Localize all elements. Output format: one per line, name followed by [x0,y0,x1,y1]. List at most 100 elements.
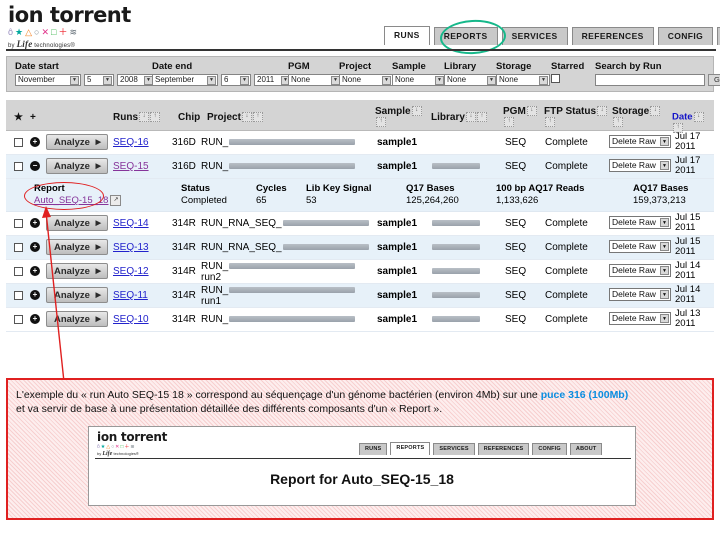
inset-tab-services[interactable]: Services [433,443,474,455]
starred-checkbox[interactable] [551,74,560,83]
analyze-button[interactable]: Analyze▶ [46,158,108,174]
storage-action-select[interactable]: Delete Raw▼ [609,240,671,253]
external-link-icon[interactable]: ↗ [110,195,121,206]
inset-tab-runs[interactable]: Runs [359,443,387,455]
sort-asc-icon[interactable]: ↑ [545,117,555,127]
analyze-button[interactable]: Analyze▶ [46,311,108,327]
library-select[interactable]: None▼ [444,74,498,86]
storage-action-select[interactable]: Delete Raw▼ [609,159,671,172]
inset-tab-reports[interactable]: Reports [390,442,430,455]
run-link[interactable]: SEQ-11 [113,290,148,301]
expand-row-icon[interactable]: + [30,137,40,147]
col-header-sample[interactable]: Sample↓↑ [375,106,427,128]
run-link[interactable]: SEQ-10 [113,314,149,325]
date-end-year-select[interactable]: 2011▼ [254,74,292,86]
storage-action-select[interactable]: Delete Raw▼ [609,312,671,325]
sort-desc-icon[interactable]: ↓ [650,106,660,116]
row-checkbox[interactable] [14,138,23,147]
go-button[interactable]: Go [708,74,720,86]
expand-row-icon[interactable]: + [30,290,40,300]
run-link[interactable]: SEQ-16 [113,137,149,148]
col-header-date[interactable]: Date↓↑ [672,112,714,133]
expand-row-icon[interactable]: + [30,266,40,276]
table-row[interactable]: + Analyze▶ SEQ-12 314R RUN_run2 sample1 … [6,260,714,284]
date-end-day-select[interactable]: 6▼ [221,74,251,86]
inset-tab-about[interactable]: About [570,443,603,455]
col-header-runs[interactable]: Runs↓↑ [113,112,160,123]
table-row[interactable]: + Analyze▶ SEQ-16 316D RUN_ sample1 SEQ … [6,131,714,155]
star-icon[interactable]: ★ [14,112,23,123]
analyze-button[interactable]: Analyze▶ [46,239,108,255]
inset-nav-tabs[interactable]: Runs Reports Services References Config … [359,442,602,455]
row-checkbox[interactable] [14,315,23,324]
col-header-pgm[interactable]: PGM↓↑ [503,106,539,128]
sort-desc-icon[interactable]: ↓ [597,106,607,116]
run-link[interactable]: SEQ-12 [113,266,149,277]
row-checkbox[interactable] [14,162,23,171]
expand-row-icon[interactable]: + [30,242,40,252]
storage-action-select[interactable]: Delete Raw▼ [609,288,671,301]
sort-desc-icon[interactable]: ↓ [242,112,252,122]
report-link[interactable]: Auto_SEQ-15_18 [34,195,108,206]
storage-action-select[interactable]: Delete Raw▼ [609,216,671,229]
run-link[interactable]: SEQ-13 [113,242,149,253]
analyze-button[interactable]: Analyze▶ [46,263,108,279]
sort-asc-icon[interactable]: ↑ [150,112,160,122]
run-link[interactable]: SEQ-14 [113,218,149,229]
sort-desc-icon[interactable]: ↓ [694,112,704,122]
analyze-button[interactable]: Analyze▶ [46,287,108,303]
plus-icon[interactable]: + [30,112,36,123]
storage-action-select[interactable]: Delete Raw▼ [609,135,671,148]
pgm-value: SEQ [505,137,526,148]
collapse-row-icon[interactable]: − [30,161,40,171]
sort-asc-icon[interactable]: ↑ [613,117,623,127]
redacted-bar [229,287,355,293]
col-header-ftp-status[interactable]: FTP Status↓↑ [544,106,612,128]
sort-desc-icon[interactable]: ↓ [527,106,537,116]
date-start-day-select[interactable]: 5▼ [84,74,114,86]
sort-desc-icon[interactable]: ↓ [139,112,149,122]
table-row[interactable]: − Analyze▶ SEQ-15 316D RUN_ sample1 SEQ … [6,155,714,179]
date-start-month-select[interactable]: November▼ [15,74,81,86]
sort-desc-icon[interactable]: ↓ [466,112,476,122]
col-header-library[interactable]: Library↓↑ [431,112,487,123]
project-select[interactable]: None▼ [339,74,393,86]
inset-tab-references[interactable]: References [478,443,530,455]
tab-runs[interactable]: Runs [384,26,430,45]
tab-config[interactable]: Config [658,27,713,45]
date-end-month-select[interactable]: September▼ [152,74,218,86]
analyze-button[interactable]: Analyze▶ [46,215,108,231]
sample-select[interactable]: None▼ [392,74,446,86]
expand-row-icon[interactable]: + [30,218,40,228]
col-header-chip[interactable]: Chip [178,112,200,123]
table-row[interactable]: + Analyze▶ SEQ-14 314R RUN_RNA_SEQ_ samp… [6,212,714,236]
expand-row-icon[interactable]: + [30,314,40,324]
inset-tab-config[interactable]: Config [532,443,567,455]
tab-services[interactable]: Services [502,27,568,45]
main-nav-tabs[interactable]: Runs Reports Services References Config … [384,26,720,45]
row-checkbox[interactable] [14,267,23,276]
table-row[interactable]: + Analyze▶ SEQ-10 314R RUN_ sample1 SEQ … [6,308,714,332]
storage-select[interactable]: None▼ [496,74,550,86]
row-checkbox[interactable] [14,291,23,300]
run-link[interactable]: SEQ-15 [113,161,149,172]
col-header-project[interactable]: Project↓↑ [207,112,263,123]
sort-asc-icon[interactable]: ↑ [504,117,514,127]
table-row[interactable]: + Analyze▶ SEQ-13 314R RUN_RNA_SEQ_ samp… [6,236,714,260]
date-start-year-select[interactable]: 2008▼ [117,74,155,86]
analyze-button[interactable]: Analyze▶ [46,134,108,150]
table-row[interactable]: + Analyze▶ SEQ-11 314R RUN_run1 sample1 … [6,284,714,308]
sort-asc-icon[interactable]: ↑ [253,112,263,122]
col-header-storage[interactable]: Storage↓↑ [612,106,668,128]
tab-reports[interactable]: Reports [434,27,498,45]
storage-action-select[interactable]: Delete Raw▼ [609,264,671,277]
sort-asc-icon[interactable]: ↑ [477,112,487,122]
tab-references[interactable]: References [572,27,654,45]
pgm-select[interactable]: None▼ [288,74,342,86]
sort-asc-icon[interactable]: ↑ [376,117,386,127]
row-checkbox[interactable] [14,243,23,252]
search-input[interactable] [595,74,705,86]
sort-desc-icon[interactable]: ↓ [412,106,422,116]
row-checkbox[interactable] [14,219,23,228]
storage-value: None [499,74,518,86]
